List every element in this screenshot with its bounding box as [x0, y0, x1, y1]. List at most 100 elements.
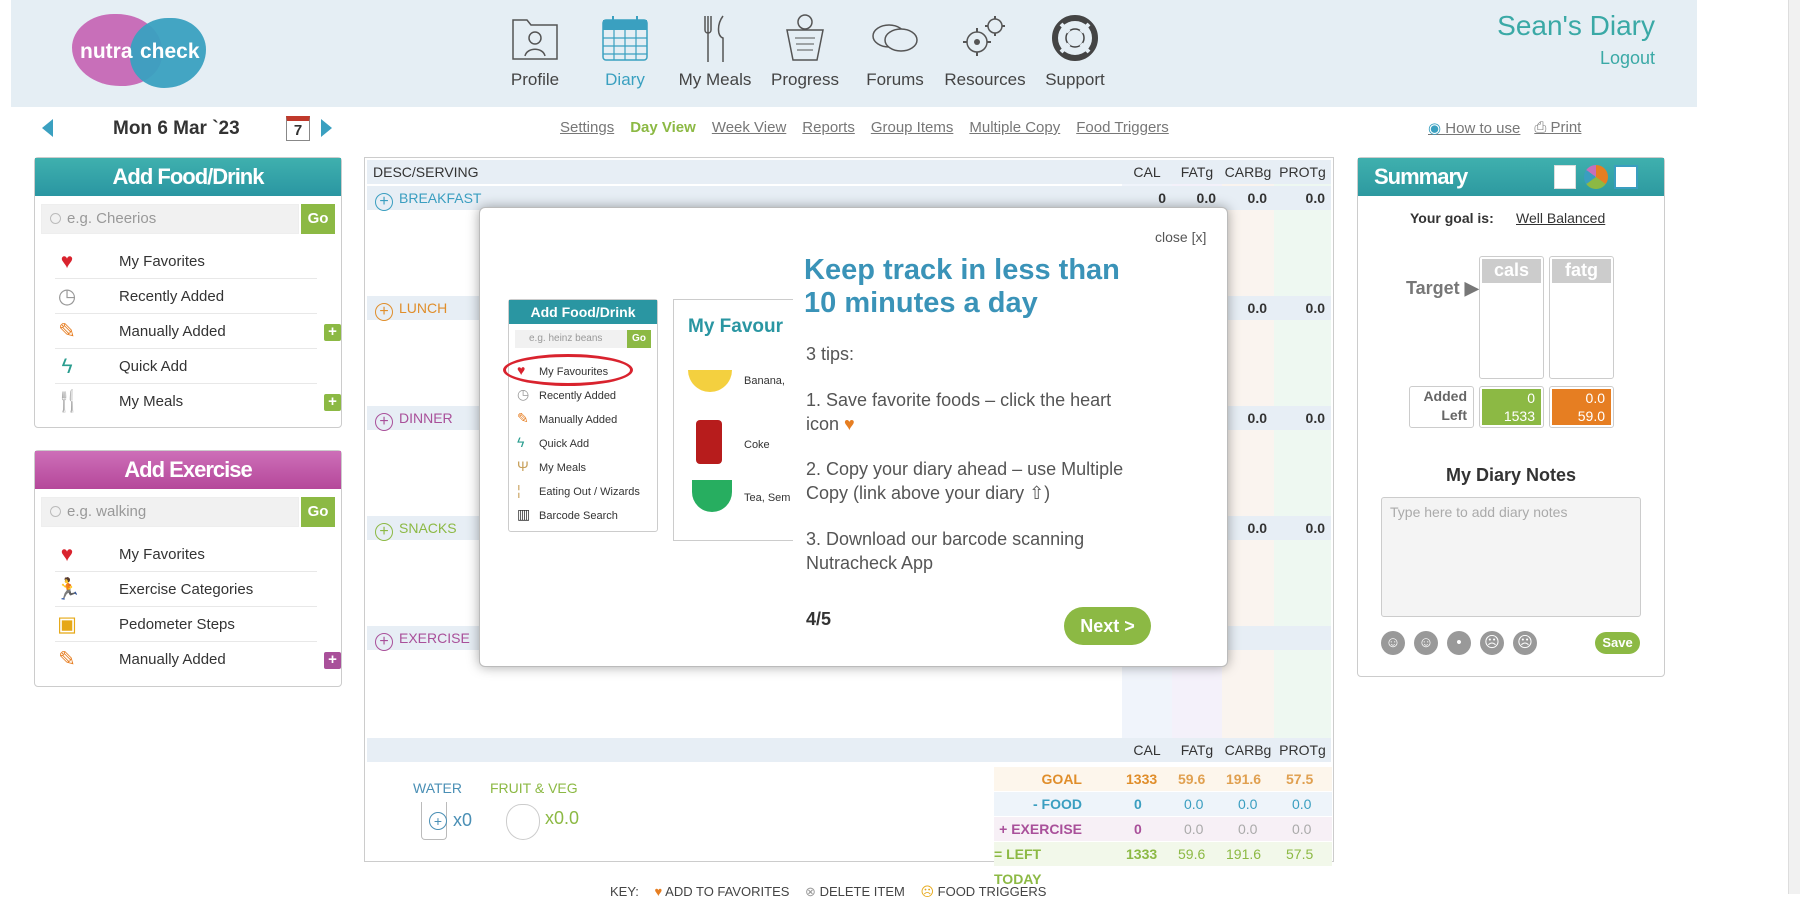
- summary-title: Summary: [1358, 158, 1664, 196]
- mood-very-happy-icon[interactable]: ☺: [1381, 631, 1405, 655]
- gears-icon: [963, 16, 1005, 56]
- exercise-pedometer-steps[interactable]: ▣ Pedometer Steps: [55, 607, 317, 642]
- diary-notes-textarea[interactable]: Type here to add diary notes: [1381, 497, 1641, 617]
- pencil-icon: ✎: [58, 320, 76, 343]
- mood-sad-icon[interactable]: ☹: [1480, 631, 1504, 655]
- mood-very-sad-icon[interactable]: ☹: [1513, 631, 1537, 655]
- next-day-arrow[interactable]: [321, 119, 332, 137]
- subnav-food-triggers[interactable]: Food Triggers: [1076, 119, 1169, 136]
- tip-3: 3. Download our barcode scanning Nutrach…: [806, 529, 1085, 573]
- add-dinner-icon[interactable]: +: [375, 413, 393, 431]
- food-manually-added[interactable]: ✎ Manually Added +: [55, 314, 341, 349]
- food-go-button[interactable]: Go: [301, 204, 335, 234]
- add-food-panel: Add Food/Drink e.g. Cheerios Go ♥ My Favo…: [34, 157, 342, 428]
- mini-heart-icon: ♥: [517, 362, 526, 378]
- add-breakfast-icon[interactable]: +: [375, 193, 393, 211]
- prev-day-arrow[interactable]: [42, 119, 53, 137]
- add-water-icon[interactable]: +: [429, 812, 447, 830]
- nav-my-meals[interactable]: My Meals: [670, 12, 760, 90]
- exercise-my-favorites[interactable]: ♥ My Favorites: [55, 537, 317, 572]
- nav-resources[interactable]: Resources: [940, 12, 1030, 90]
- how-to-use-link[interactable]: ◉ How to use: [1428, 119, 1520, 137]
- chat-icon: [872, 24, 918, 52]
- food-search-input[interactable]: e.g. Cheerios: [41, 204, 299, 234]
- exercise-search-input[interactable]: e.g. walking: [41, 497, 299, 527]
- mood-neutral-icon[interactable]: •: [1447, 631, 1471, 655]
- print-link[interactable]: ⎙ Print: [1534, 119, 1581, 137]
- add-meal-plus-icon[interactable]: +: [324, 394, 341, 411]
- fat-target-box: fatg: [1549, 256, 1614, 379]
- pedometer-icon: ▣: [57, 613, 77, 636]
- cals-added-left: 0 1533: [1479, 386, 1544, 428]
- exercise-categories[interactable]: 🏃 Exercise Categories: [55, 572, 317, 607]
- runner-icon: 🏃: [55, 578, 82, 601]
- page-tools: ◉ How to use ⎙ Print: [1428, 119, 1581, 137]
- lightning-icon: ϟ: [61, 355, 73, 378]
- target-label: Target ▶: [1406, 278, 1479, 298]
- diary-footer-header: CAL FATg CARBg PROTg: [367, 738, 1331, 762]
- banana-image: [688, 370, 732, 392]
- mini-meals-icon: Ψ: [517, 458, 529, 474]
- nav-profile[interactable]: Profile: [490, 12, 580, 90]
- add-manual-exercise-plus-icon[interactable]: +: [324, 652, 341, 669]
- mini-clock-icon: ◷: [517, 386, 530, 402]
- added-left-label: Added Left: [1409, 386, 1474, 428]
- calendar-icon: [602, 16, 648, 61]
- table-view-icon[interactable]: [1614, 165, 1638, 189]
- bar-chart-view-icon[interactable]: [1554, 165, 1576, 189]
- modal-next-button[interactable]: Next >: [1064, 607, 1151, 645]
- logout-link[interactable]: Logout: [1497, 48, 1655, 69]
- add-lunch-icon[interactable]: +: [375, 303, 393, 321]
- subnav-group-items[interactable]: Group Items: [871, 119, 954, 136]
- food-trigger-icon: ☹: [920, 884, 935, 899]
- diary-header-row: DESC/SERVING CAL FATg CARBg PROTg: [367, 160, 1331, 184]
- mood-happy-icon[interactable]: ☺: [1414, 631, 1438, 655]
- calendar-picker-icon[interactable]: 7: [286, 116, 310, 141]
- nav-diary[interactable]: Diary: [580, 12, 670, 90]
- tip-illustration-favourites: My Favour Banana, Coke Tea, Sem: [673, 299, 793, 541]
- diary-notes-title: My Diary Notes: [1445, 465, 1577, 485]
- tip-1: 1. Save favorite foods – click the heart…: [806, 390, 1112, 434]
- mini-barcode-icon: ▥: [517, 506, 531, 522]
- goal-value-link[interactable]: Well Balanced: [1516, 210, 1605, 226]
- modal-close-button[interactable]: close [x]: [1155, 229, 1206, 245]
- heart-icon: ♥: [844, 414, 855, 434]
- fat-added-left: 0.0 59.0: [1549, 386, 1614, 428]
- nav-progress[interactable]: Progress: [760, 12, 850, 90]
- mini-pencil-icon: ✎: [517, 410, 529, 426]
- pencil-icon: ✎: [58, 648, 76, 671]
- subnav-week-view[interactable]: Week View: [712, 119, 786, 136]
- add-manual-food-plus-icon[interactable]: +: [324, 324, 341, 341]
- mini-lightning-icon: ϟ: [517, 434, 525, 450]
- subnav-settings[interactable]: Settings: [560, 119, 614, 136]
- food-my-meals[interactable]: 🍴 My Meals +: [55, 384, 341, 419]
- mini-fork-icon: ¦: [517, 482, 521, 498]
- add-exercise-icon[interactable]: +: [375, 633, 393, 651]
- exercise-go-button[interactable]: Go: [301, 497, 335, 527]
- goal-label: Your goal is:: [1410, 210, 1494, 226]
- subnav-reports[interactable]: Reports: [802, 119, 855, 136]
- cutlery-icon: [704, 15, 724, 62]
- subnav-multiple-copy[interactable]: Multiple Copy: [969, 119, 1060, 136]
- heart-icon: ♥: [60, 250, 74, 273]
- food-quick-add[interactable]: ϟ Quick Add: [55, 349, 317, 384]
- exercise-manually-added[interactable]: ✎ Manually Added +: [55, 642, 341, 677]
- profile-icon: [512, 19, 558, 60]
- tips-modal: close [x] Add Food/Drink e.g. heinz bean…: [479, 207, 1228, 667]
- pie-chart-view-icon[interactable]: [1584, 165, 1608, 189]
- summary-panel: Summary Your goal is: Well Balanced Targ…: [1357, 157, 1665, 677]
- page-scrollbar[interactable]: [1788, 0, 1800, 894]
- subnav-day-view[interactable]: Day View: [630, 119, 696, 136]
- save-notes-button[interactable]: Save: [1595, 632, 1640, 654]
- water-tracker[interactable]: WATER + x0: [413, 780, 472, 840]
- fruit-veg-tracker[interactable]: FRUIT & VEG x0.0: [490, 780, 579, 840]
- add-snacks-icon[interactable]: +: [375, 523, 393, 541]
- nav-support[interactable]: Support: [1030, 12, 1120, 90]
- totals-row-left-today: = LEFT TODAY 1333 59.6 191.6 57.5: [994, 841, 1332, 887]
- nav-forums[interactable]: Forums: [850, 12, 940, 90]
- food-recently-added[interactable]: ◷ Recently Added: [55, 279, 317, 314]
- nutracheck-logo[interactable]: nutra check: [70, 10, 210, 90]
- user-area: Sean's Diary Logout: [1497, 10, 1655, 69]
- totals-row-goal: GOAL 1333 59.6 191.6 57.5: [994, 766, 1332, 791]
- food-my-favorites[interactable]: ♥ My Favorites: [55, 244, 317, 279]
